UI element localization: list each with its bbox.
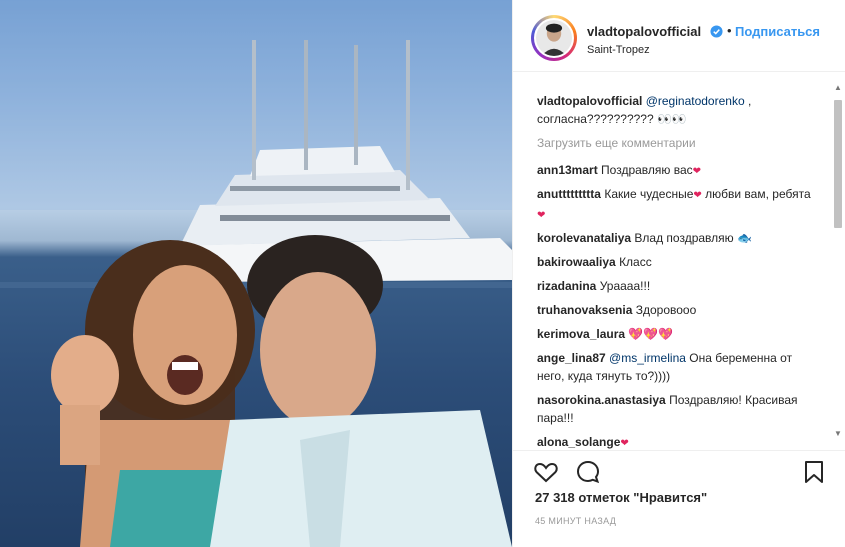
comment-item: alona_solange❤ (537, 433, 817, 450)
comment-text-continued: любви вам, ребята (701, 187, 811, 201)
comment-username[interactable]: nasorokina.anastasiya (537, 393, 666, 407)
comment-username[interactable]: bakirowaaliya (537, 255, 616, 269)
post-actions-bar (513, 450, 845, 490)
caption-mention[interactable]: @reginatodorenko (646, 94, 745, 108)
verified-badge-icon (710, 25, 723, 38)
comment-username[interactable]: truhanovaksenia (537, 303, 632, 317)
comment-item: truhanovaksenia Здоровооо (537, 301, 817, 319)
heart-emoji: ❤ (620, 438, 629, 449)
post-author-username[interactable]: vladtopalovofficial (587, 24, 701, 39)
comment-username[interactable]: korolevanataliya (537, 231, 631, 245)
load-more-comments-button[interactable]: Загрузить еще комментарии (537, 136, 696, 150)
heart-emoji: ❤ (692, 166, 702, 177)
comment-text: Влад поздравляю (634, 231, 734, 245)
scrollbar-thumb[interactable] (834, 100, 842, 228)
post-photo[interactable] (0, 0, 512, 547)
comment-item: nasorokina.anastasiya Поздравляю! Красив… (537, 391, 817, 427)
post-timestamp[interactable]: 45 МИНУТ НАЗАД (535, 516, 616, 526)
heart-emoji: ❤ (537, 210, 546, 221)
heart-icon[interactable] (533, 459, 559, 485)
caption-username[interactable]: vladtopalovofficial (537, 94, 642, 108)
caption: vladtopalovofficial @reginatodorenko , с… (537, 92, 817, 128)
scroll-up-arrow-icon[interactable]: ▲ (832, 82, 844, 94)
comment-username[interactable]: alona_solange (537, 435, 620, 449)
comment-mention[interactable]: @ms_irmelina (609, 351, 686, 365)
comment-item: korolevanataliya Влад поздравляю 🐟 (537, 229, 817, 247)
comments-list[interactable]: vladtopalovofficial @reginatodorenko , с… (513, 72, 845, 450)
avatar-image (536, 20, 572, 56)
comment-username[interactable]: anuttttttttta (537, 187, 601, 201)
comment-item: kerimova_laura 💖💖💖 (537, 325, 817, 343)
post-side-panel: vladtopalovofficial • Подписаться Saint-… (512, 0, 845, 547)
story-ring[interactable] (531, 15, 577, 61)
photo-scene (0, 0, 512, 547)
heart-emoji: ❤ (693, 190, 702, 201)
comment-item: ann13mart Поздравляю вас❤ (537, 161, 817, 181)
hearts-emoji: 💖💖💖 (628, 327, 674, 341)
post-location[interactable]: Saint-Tropez (587, 44, 650, 56)
comment-text: Ураааа!!! (599, 279, 651, 293)
scroll-down-arrow-icon[interactable]: ▼ (832, 428, 844, 440)
comment-item: anuttttttttta Какие чудесные❤ любви вам,… (537, 185, 817, 225)
caption-text: согласна?????????? 👀👀 (537, 112, 687, 126)
likes-count[interactable]: 27 318 отметок "Нравится" (535, 490, 707, 505)
comment-text: Класс (619, 255, 652, 269)
caption-text-suffix: , (744, 94, 752, 108)
comment-text: Здоровооо (635, 303, 697, 317)
comment-text: Поздравляю вас (601, 163, 693, 177)
comment-username[interactable]: kerimova_laura (537, 327, 625, 341)
follow-button[interactable]: Подписаться (735, 24, 820, 39)
separator-dot: • (727, 23, 732, 38)
comment-item: bakirowaaliya Класс (537, 253, 817, 271)
comment-username[interactable]: rizadanina (537, 279, 596, 293)
bookmark-icon[interactable] (801, 459, 827, 485)
post-header: vladtopalovofficial • Подписаться Saint-… (513, 0, 845, 72)
comment-item: rizadanina Ураааа!!! (537, 277, 817, 295)
comment-username[interactable]: ann13mart (537, 163, 598, 177)
comment-icon[interactable] (575, 459, 601, 485)
comment-item: ange_lina87 @ms_irmelina Она беременна о… (537, 349, 817, 385)
comments-scrollbar[interactable]: ▲ ▼ (830, 82, 845, 440)
avatar[interactable] (534, 18, 574, 58)
fish-emoji: 🐟 (737, 231, 752, 245)
comment-text: Какие чудесные (604, 187, 694, 201)
comment-username[interactable]: ange_lina87 (537, 351, 606, 365)
